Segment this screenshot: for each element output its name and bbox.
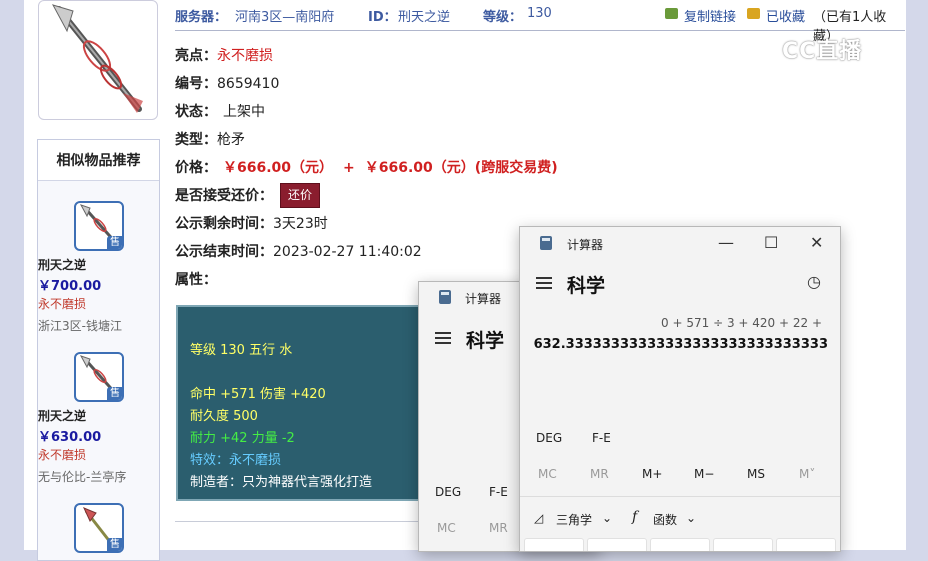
level-label: 等级： — [483, 10, 523, 25]
m-plus-button[interactable]: M+ — [642, 467, 662, 481]
divider — [175, 521, 418, 522]
counter-row: 是否接受还价： — [175, 185, 273, 205]
close-icon[interactable]: ✕ — [810, 235, 823, 251]
recommend-panel: 相似物品推荐 售 刑天之逆 ￥700.00 永不磨损 浙江3区-钱塘江 售 刑天… — [37, 139, 160, 561]
function-dropdown[interactable]: 函数 — [653, 511, 677, 528]
menu-icon[interactable] — [536, 277, 552, 289]
remaining-label: 公示剩余时间： — [175, 216, 273, 232]
cross-server-price: ￥666.00（元）(跨服交易费) — [364, 160, 558, 176]
favorite-icon — [747, 8, 760, 19]
copy-link-button[interactable]: 复制链接 — [684, 6, 736, 25]
deg-button[interactable]: DEG — [435, 485, 461, 499]
recommend-item-image[interactable]: 售 — [74, 201, 124, 251]
type-value: 枪矛 — [217, 132, 245, 148]
calculator-window[interactable]: 计算器 — ☐ ✕ 科学 ◷ 0 + 571 ÷ 3 + 420 + 22 + … — [519, 226, 841, 552]
maximize-icon[interactable]: ☐ — [764, 235, 778, 251]
calculator-mode: 科学 — [466, 330, 505, 352]
calculator-mode: 科学 — [567, 275, 606, 297]
chevron-down-icon: ⌄ — [686, 511, 697, 525]
type-label: 类型： — [175, 132, 217, 148]
fe-button[interactable]: F-E — [592, 431, 611, 445]
price-value: ￥666.00（元） — [223, 160, 334, 176]
history-icon[interactable]: ◷ — [807, 274, 821, 290]
fe-button[interactable]: F-E — [489, 485, 508, 499]
attr-label: 属性： — [175, 272, 217, 288]
chevron-down-icon: ⌄ — [602, 511, 613, 525]
menu-icon[interactable] — [435, 332, 451, 344]
server-value: 河南3区—南阳府 — [235, 10, 335, 25]
mr-button[interactable]: MR — [489, 521, 508, 535]
price-label: 价格： — [175, 160, 217, 176]
highlight-value: 永不磨损 — [217, 48, 273, 64]
stat-stamina-strength: 耐力 +42 力量 -2 — [190, 431, 295, 446]
status-value: 上架中 — [223, 104, 265, 120]
recommend-item-server: 浙江3区-钱塘江 — [38, 319, 122, 333]
mr-button[interactable]: MR — [590, 467, 609, 481]
remaining-value: 3天23时 — [273, 216, 328, 232]
code-label: 编号： — [175, 76, 217, 92]
expression-display: 0 + 571 ÷ 3 + 420 + 22 + — [661, 316, 822, 330]
m-minus-button[interactable]: M− — [694, 467, 714, 481]
recommend-item-name[interactable]: 刑天之逆 — [38, 407, 159, 424]
sold-badge: 售 — [107, 236, 122, 249]
level-value: 130 — [527, 6, 552, 21]
recommend-item-server: 无与伦比-兰亭序 — [38, 470, 127, 484]
function-icon: f — [632, 509, 638, 525]
highlight-label: 亮点： — [175, 48, 217, 64]
recommend-item-tag: 永不磨损 — [38, 448, 87, 462]
window-title: 计算器 — [567, 238, 604, 252]
calculator-app-icon — [439, 290, 451, 304]
code-value: 8659410 — [217, 76, 280, 92]
window-title: 计算器 — [465, 292, 502, 306]
favorited-button[interactable]: 已收藏 — [766, 6, 805, 25]
calculator-app-icon — [540, 236, 552, 250]
code-row: 编号：8659410 — [175, 73, 279, 93]
spear-icon — [51, 4, 143, 113]
status-label: 状态： — [175, 104, 217, 120]
recommend-item-price: ￥630.00 — [38, 430, 102, 445]
server-label: 服务器： — [175, 10, 228, 25]
separator — [520, 496, 840, 497]
copy-link-icon — [665, 8, 678, 19]
listing-header: 服务器： 河南3区—南阳府 ID： 刑天之逆 等级： 130 复制链接 已收藏 … — [175, 0, 905, 44]
end-time-row: 公示结束时间：2023-02-27 11:40:02 — [175, 241, 422, 261]
price-row: 价格： ￥666.00（元） + ￥666.00（元）(跨服交易费) — [175, 157, 558, 177]
recommend-item-name[interactable]: 刑天之逆 — [38, 256, 159, 273]
id-label: ID： — [368, 10, 397, 25]
recommend-title: 相似物品推荐 — [38, 140, 159, 181]
memory-list-button[interactable]: M˅ — [799, 467, 815, 481]
mc-button[interactable]: MC — [437, 521, 456, 535]
mc-button[interactable]: MC — [538, 467, 557, 481]
stat-level-element: 等级 130 五行 水 — [190, 343, 293, 358]
type-row: 类型：枪矛 — [175, 129, 245, 149]
sold-badge: 售 — [107, 387, 122, 400]
price-plus: + — [343, 160, 355, 176]
item-stats-panel: 等级 130 五行 水 命中 +571 伤害 +420 耐久度 500 耐力 +… — [176, 305, 430, 501]
minimize-icon[interactable]: — — [718, 235, 734, 251]
recommend-item-price: ￥700.00 — [38, 279, 102, 294]
attr-row: 属性： — [175, 269, 217, 289]
highlight-row: 亮点：永不磨损 — [175, 45, 273, 65]
ms-button[interactable]: MS — [747, 467, 765, 481]
stat-durability: 耐久度 500 — [190, 409, 258, 424]
counter-offer-button[interactable]: 还价 — [280, 183, 320, 208]
recommend-item-image[interactable]: 售 — [74, 503, 124, 553]
stat-hit-damage: 命中 +571 伤害 +420 — [190, 387, 326, 402]
trig-dropdown[interactable]: 三角学 — [556, 511, 592, 528]
result-display: 632.33333333333333333333333333333 — [533, 337, 828, 352]
remaining-row: 公示剩余时间：3天23时 — [175, 213, 328, 233]
end-time-value: 2023-02-27 11:40:02 — [273, 244, 422, 260]
item-image — [38, 0, 158, 120]
cc-live-watermark: CC直播 — [782, 39, 863, 64]
status-row: 状态： 上架中 — [175, 101, 265, 121]
deg-button[interactable]: DEG — [536, 431, 562, 445]
end-time-label: 公示结束时间： — [175, 244, 273, 260]
recommend-item-tag: 永不磨损 — [38, 297, 87, 311]
id-value: 刑天之逆 — [398, 10, 451, 25]
recommend-item-image[interactable]: 售 — [74, 352, 124, 402]
stat-special-effect: 特效：永不磨损 — [190, 453, 282, 468]
trig-icon: ◿ — [534, 511, 544, 525]
counter-label: 是否接受还价： — [175, 188, 273, 204]
stat-crafter: 制造者：只为神器代言强化打造 — [190, 475, 373, 490]
